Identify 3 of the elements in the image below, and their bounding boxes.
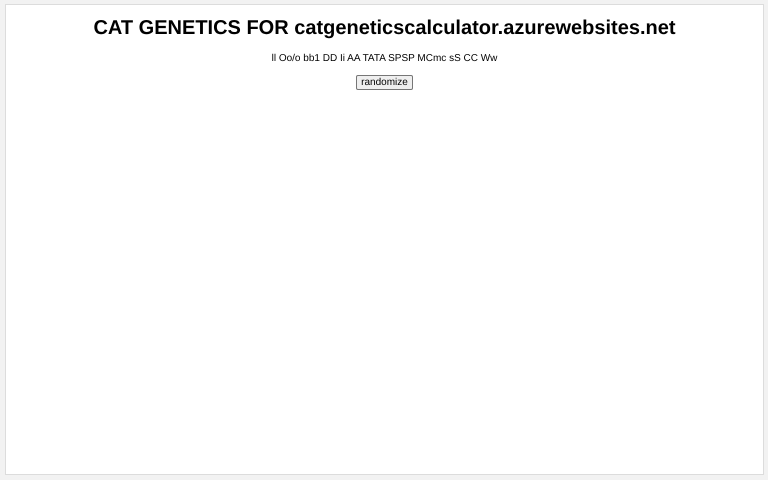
page-title: CAT GENETICS FOR catgeneticscalculator.azurewebsites.net bbox=[93, 17, 676, 40]
genotype-text: ll Oo/o bb1 DD Ii AA TATA SPSP MCmc sS CC Ww bbox=[272, 53, 498, 64]
randomize-button[interactable]: randomize bbox=[356, 75, 413, 90]
